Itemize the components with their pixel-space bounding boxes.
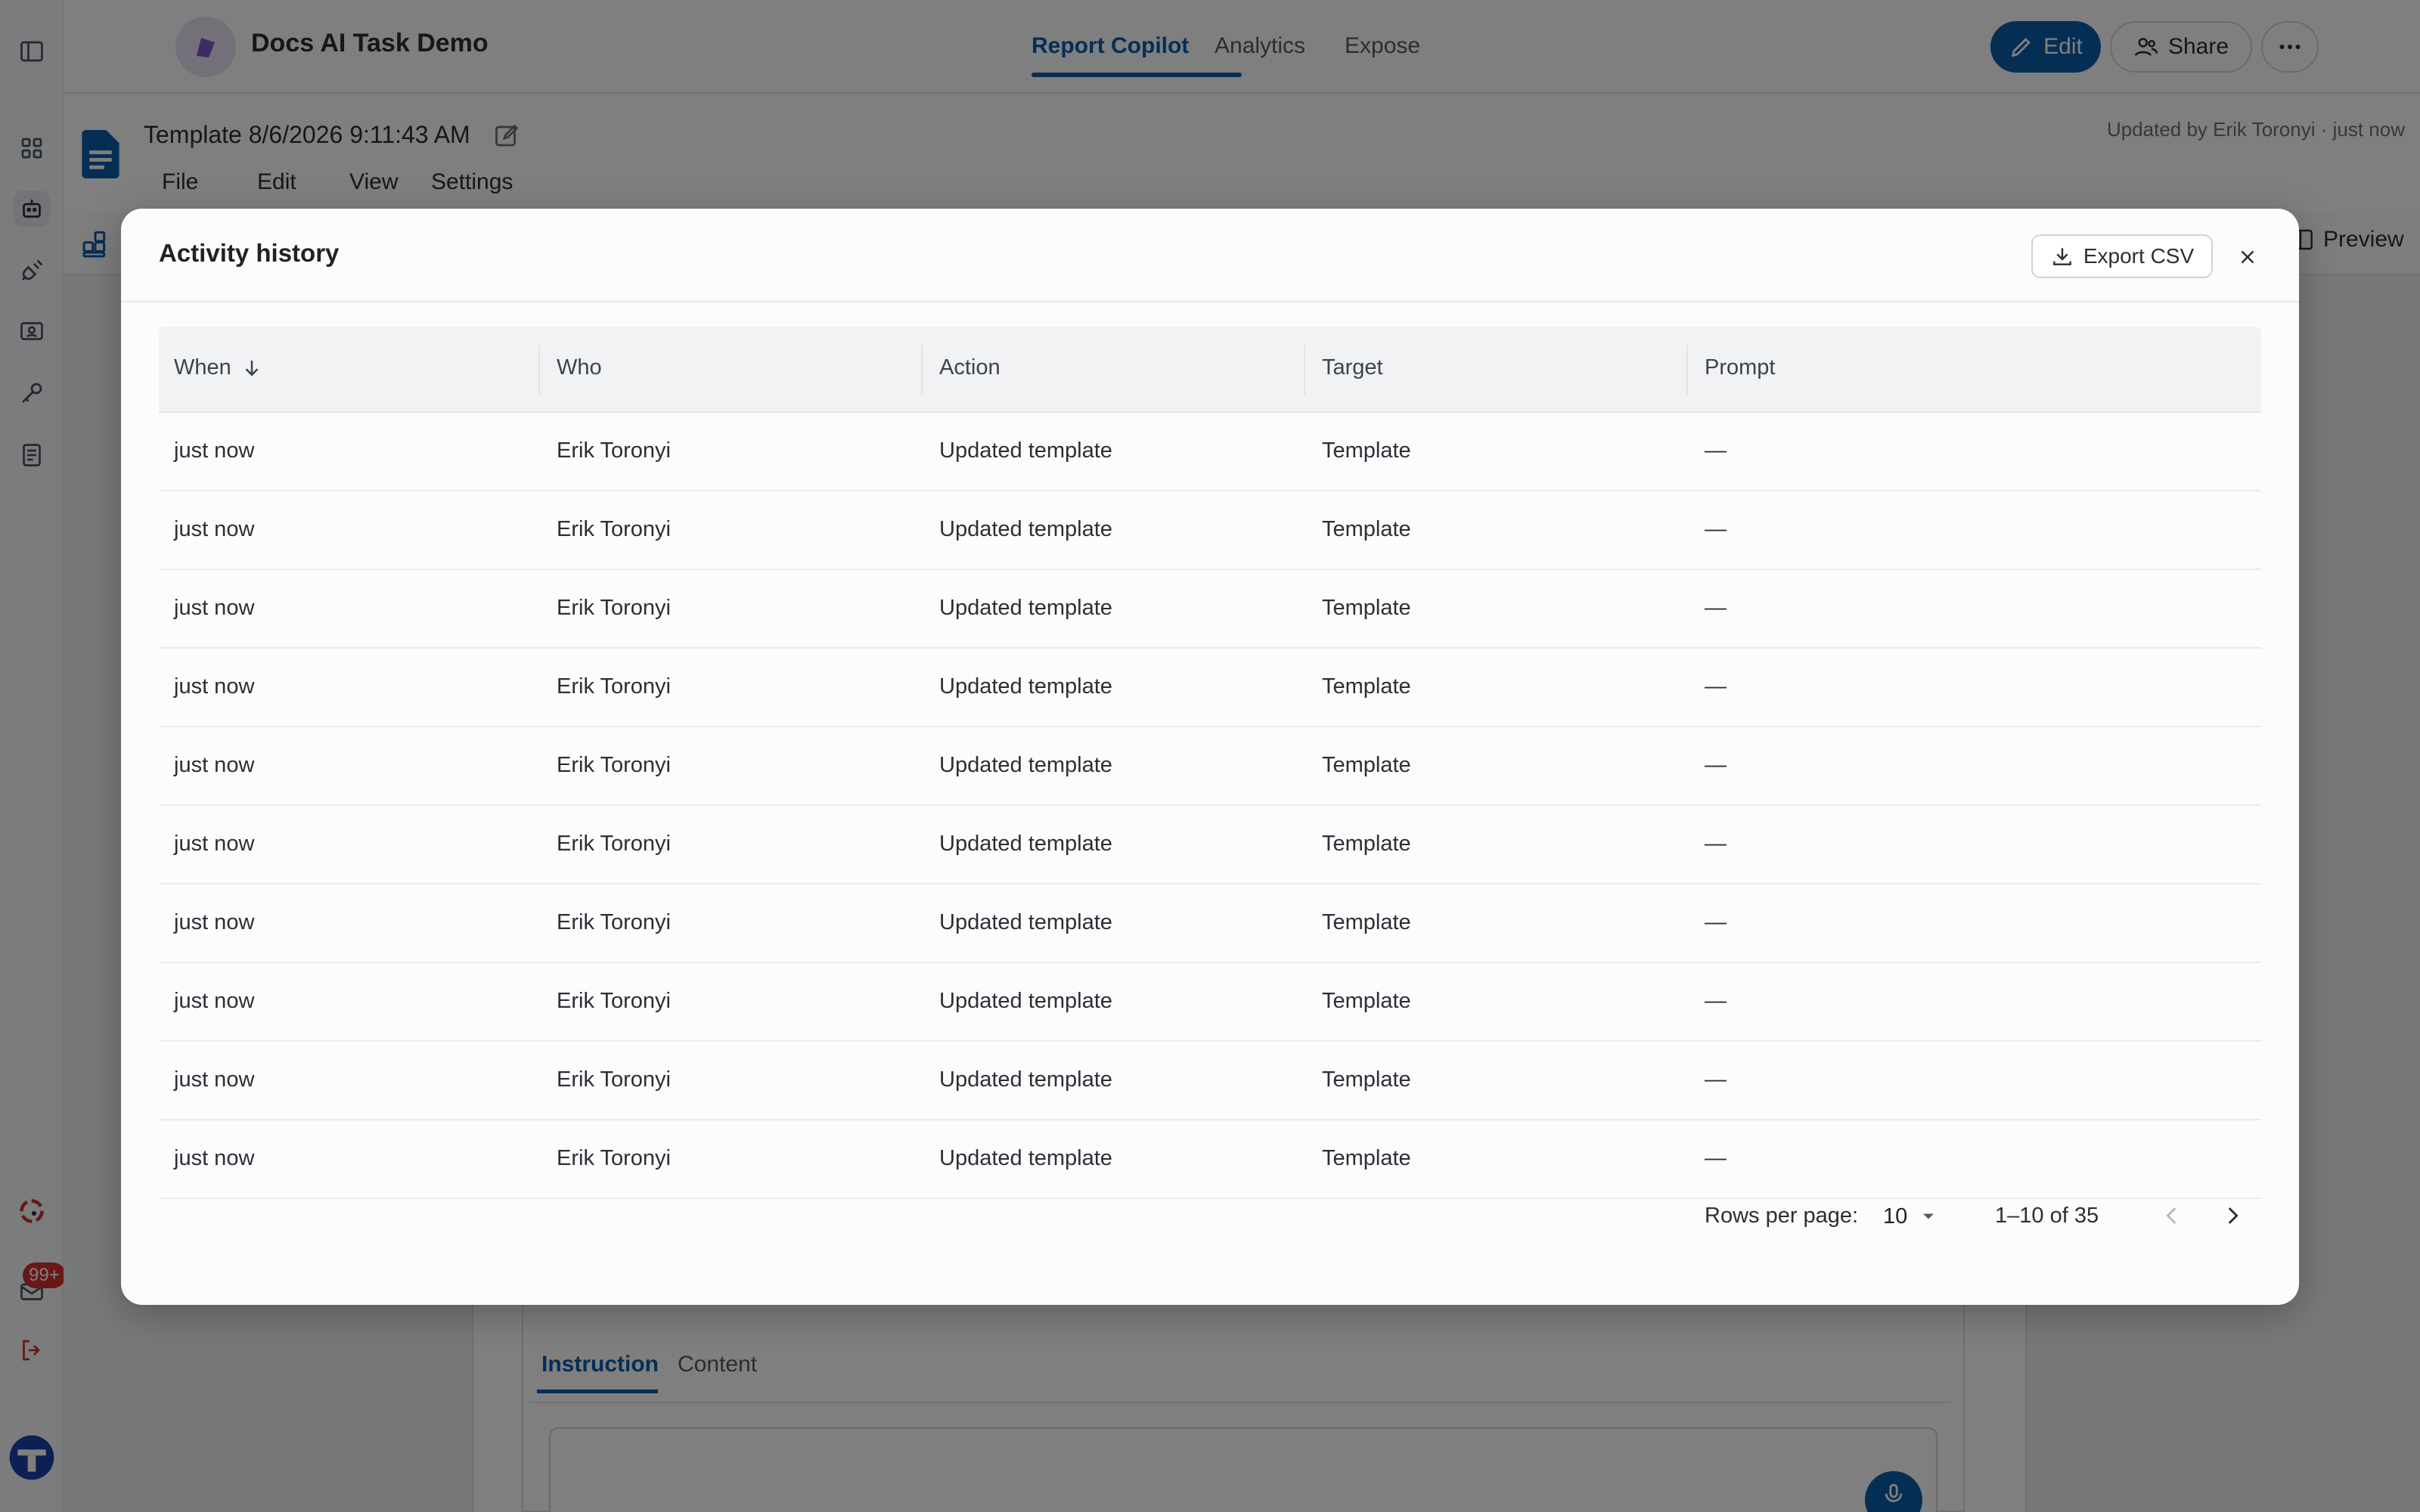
previous-page-button[interactable]	[2152, 1196, 2192, 1235]
table-header: When Who Action Target Prompt	[159, 327, 2261, 413]
cell-target: Template	[1322, 438, 1411, 463]
cell-action: Updated template	[939, 1067, 1112, 1092]
cell-action: Updated template	[939, 1146, 1112, 1170]
cell-action: Updated template	[939, 438, 1112, 463]
cell-when: just now	[174, 832, 255, 856]
chevron-right-icon	[2228, 1207, 2238, 1224]
cell-target: Template	[1322, 910, 1411, 934]
cell-action: Updated template	[939, 832, 1112, 856]
cell-when: just now	[174, 989, 255, 1013]
cell-target: Template	[1322, 1067, 1411, 1092]
pagination-range: 1–10 of 35	[1995, 1204, 2099, 1228]
activity-table: When Who Action Target Prompt just now Er…	[159, 327, 2261, 1199]
next-page-button[interactable]	[2213, 1196, 2252, 1235]
cell-action: Updated template	[939, 989, 1112, 1013]
cell-action: Updated template	[939, 517, 1112, 541]
cell-prompt: —	[1705, 910, 1727, 934]
close-icon	[2241, 250, 2254, 264]
cell-prompt: —	[1705, 1146, 1727, 1170]
table-row[interactable]: just now Erik Toronyi Updated template Temp…	[159, 806, 2261, 885]
table-row[interactable]: just now Erik Toronyi Updated template Temp…	[159, 413, 2261, 491]
column-header-who[interactable]: Who	[557, 355, 602, 380]
rows-per-page-value: 10	[1883, 1204, 1908, 1228]
cell-target: Template	[1322, 596, 1411, 620]
cell-when: just now	[174, 674, 255, 699]
column-header-prompt[interactable]: Prompt	[1705, 355, 1775, 380]
cell-when: just now	[174, 596, 255, 620]
cell-prompt: —	[1705, 438, 1727, 463]
table-row[interactable]: just now Erik Toronyi Updated template Temp…	[159, 1042, 2261, 1120]
table-body: just now Erik Toronyi Updated template Temp…	[159, 413, 2261, 1199]
dialog-title: Activity history	[159, 239, 340, 267]
cell-who: Erik Toronyi	[557, 596, 671, 620]
cell-target: Template	[1322, 989, 1411, 1013]
cell-prompt: —	[1705, 832, 1727, 856]
column-separator[interactable]	[538, 345, 540, 395]
column-header-target[interactable]: Target	[1322, 355, 1383, 380]
cell-prompt: —	[1705, 753, 1727, 777]
chevron-left-icon	[2166, 1207, 2176, 1224]
close-dialog-button[interactable]	[2228, 237, 2267, 277]
column-header-when[interactable]: When	[174, 355, 263, 380]
cell-when: just now	[174, 517, 255, 541]
cell-prompt: —	[1705, 989, 1727, 1013]
cell-when: just now	[174, 1146, 255, 1170]
sort-descending-icon	[245, 360, 259, 376]
cell-who: Erik Toronyi	[557, 517, 671, 541]
cell-target: Template	[1322, 1146, 1411, 1170]
cell-who: Erik Toronyi	[557, 1146, 671, 1170]
cell-when: just now	[174, 1067, 255, 1092]
activity-history-dialog: Activity history Export CSV When Who Act…	[121, 209, 2299, 1305]
cell-target: Template	[1322, 674, 1411, 699]
cell-prompt: —	[1705, 674, 1727, 699]
cell-who: Erik Toronyi	[557, 910, 671, 934]
column-label-when: When	[174, 355, 231, 380]
cell-prompt: —	[1705, 1067, 1727, 1092]
export-csv-button[interactable]: Export CSV	[2031, 234, 2213, 278]
column-separator[interactable]	[1686, 345, 1688, 395]
cell-who: Erik Toronyi	[557, 1067, 671, 1092]
column-separator[interactable]	[1304, 345, 1305, 395]
table-row[interactable]: just now Erik Toronyi Updated template Temp…	[159, 649, 2261, 727]
column-separator[interactable]	[921, 345, 923, 395]
column-header-action[interactable]: Action	[939, 355, 1001, 380]
table-row[interactable]: just now Erik Toronyi Updated template Temp…	[159, 570, 2261, 649]
cell-target: Template	[1322, 517, 1411, 541]
cell-action: Updated template	[939, 753, 1112, 777]
table-row[interactable]: just now Erik Toronyi Updated template Temp…	[159, 491, 2261, 570]
cell-when: just now	[174, 438, 255, 463]
table-row[interactable]: just now Erik Toronyi Updated template Temp…	[159, 1120, 2261, 1199]
cell-action: Updated template	[939, 910, 1112, 934]
cell-prompt: —	[1705, 517, 1727, 541]
dialog-header: Activity history Export CSV	[121, 209, 2299, 302]
table-row[interactable]: just now Erik Toronyi Updated template Temp…	[159, 963, 2261, 1042]
cell-who: Erik Toronyi	[557, 753, 671, 777]
cell-when: just now	[174, 910, 255, 934]
dropdown-arrow-icon	[1923, 1213, 1934, 1219]
table-row[interactable]: just now Erik Toronyi Updated template Temp…	[159, 727, 2261, 806]
export-csv-label: Export CSV	[2083, 244, 2195, 268]
cell-target: Template	[1322, 832, 1411, 856]
cell-who: Erik Toronyi	[557, 674, 671, 699]
cell-who: Erik Toronyi	[557, 832, 671, 856]
download-icon	[2052, 248, 2071, 265]
cell-action: Updated template	[939, 596, 1112, 620]
cell-prompt: —	[1705, 596, 1727, 620]
cell-who: Erik Toronyi	[557, 438, 671, 463]
table-row[interactable]: just now Erik Toronyi Updated template Temp…	[159, 885, 2261, 963]
rows-per-page-select[interactable]: 10	[1883, 1198, 1939, 1235]
cell-who: Erik Toronyi	[557, 989, 671, 1013]
cell-target: Template	[1322, 753, 1411, 777]
rows-per-page-label: Rows per page:	[1705, 1204, 1859, 1228]
cell-action: Updated template	[939, 674, 1112, 699]
cell-when: just now	[174, 753, 255, 777]
